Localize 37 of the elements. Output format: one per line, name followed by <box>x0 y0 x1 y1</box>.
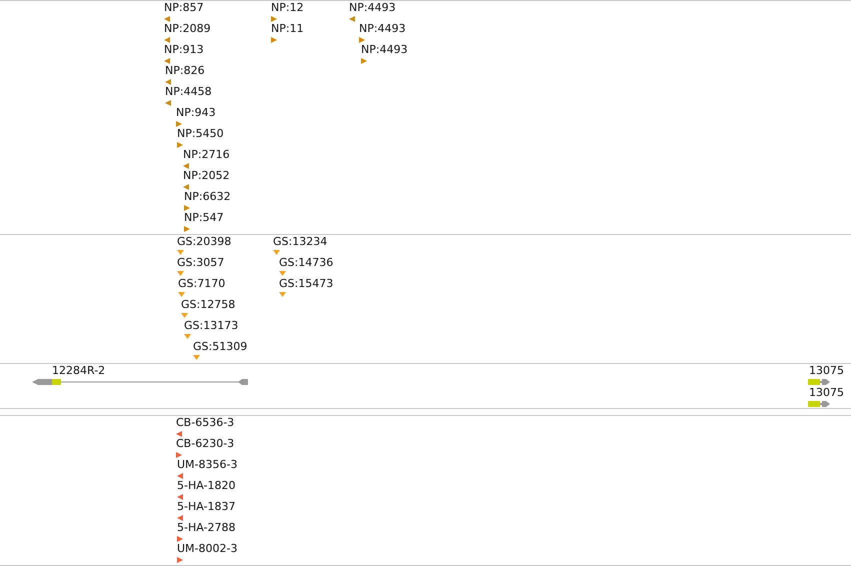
gene-label: 13075 <box>809 386 844 400</box>
feature-label: UM-8002-3 <box>177 542 238 556</box>
feature-label: NP:4493 <box>349 1 396 15</box>
feature-label: GS:12758 <box>181 298 236 312</box>
feature-label: NP:2052 <box>183 169 230 183</box>
feature-label: NP:2089 <box>164 22 211 36</box>
feature-label: NP:4493 <box>359 22 406 36</box>
feature-label: NP:5450 <box>177 127 224 141</box>
feature-label: NP:4493 <box>361 43 408 57</box>
feature-label: NP:2716 <box>183 148 230 162</box>
feature-label: CB-6536-3 <box>176 416 234 430</box>
feature-label: NP:11 <box>271 22 304 36</box>
feature-label: NP:826 <box>165 64 205 78</box>
feature-label: NP:12 <box>271 1 304 15</box>
gene-drawing <box>808 378 830 386</box>
feature-label: UM-8356-3 <box>177 458 238 472</box>
feature-label: NP:547 <box>184 211 224 225</box>
feature-label: GS:20398 <box>177 235 232 249</box>
feature-label: NP:6632 <box>184 190 231 204</box>
feature-label: CB-6230-3 <box>176 437 234 451</box>
feature-label: GS:14736 <box>279 256 334 270</box>
feature-label: NP:4458 <box>165 85 212 99</box>
feature-label: 5-HA-2788 <box>177 521 236 535</box>
feature-label: 5-HA-1837 <box>177 500 236 514</box>
gene-label: 12284R-2 <box>52 364 106 378</box>
feature-label: GS:13173 <box>184 319 238 333</box>
feature-label: GS:15473 <box>279 277 334 291</box>
feature-label: NP:943 <box>176 106 216 120</box>
gene-drawing <box>808 400 830 408</box>
feature-label: GS:3057 <box>177 256 224 270</box>
feature-label: GS:7170 <box>178 277 226 291</box>
feature-label: NP:857 <box>164 1 204 15</box>
feature-label: NP:913 <box>164 43 204 57</box>
feature-label: 5-HA-1820 <box>177 479 236 493</box>
feature-label: GS:13234 <box>273 235 328 249</box>
gene-label: 13075 <box>809 364 844 378</box>
feature-label: GS:51309 <box>193 340 248 354</box>
